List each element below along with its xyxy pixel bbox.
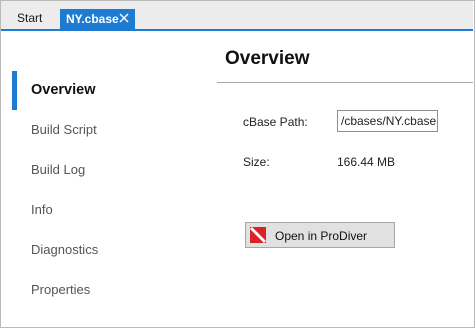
tab-start-label: Start (17, 11, 43, 25)
tab-ny-cbase[interactable]: NY.cbase (60, 9, 135, 30)
sidebar-item-label: Properties (31, 282, 91, 297)
sidebar-item-label: Build Log (31, 162, 86, 177)
sidebar-item-label: Info (31, 202, 53, 217)
title-divider (217, 82, 473, 83)
sidebar: Overview Build Script Build Log Info Dia… (12, 70, 212, 310)
sidebar-item-build-script[interactable]: Build Script (12, 110, 212, 150)
tab-bar-underline (1, 29, 473, 31)
cbase-path-label: cBase Path: (243, 115, 308, 129)
page-title: Overview (225, 48, 310, 69)
sidebar-item-overview[interactable]: Overview (12, 70, 212, 110)
close-icon[interactable] (119, 13, 129, 23)
sidebar-item-label: Overview (31, 82, 96, 98)
cbase-path-field[interactable]: /cbases/NY.cbase (337, 110, 438, 132)
prodiver-icon (250, 227, 266, 243)
sidebar-item-info[interactable]: Info (12, 190, 212, 230)
sidebar-item-diagnostics[interactable]: Diagnostics (12, 230, 212, 270)
sidebar-item-label: Diagnostics (31, 242, 99, 257)
size-value: 166.44 MB (337, 155, 396, 169)
tab-ny-cbase-label: NY.cbase (66, 12, 119, 26)
size-label: Size: (243, 155, 270, 169)
sidebar-item-build-log[interactable]: Build Log (12, 150, 212, 190)
sidebar-item-properties[interactable]: Properties (12, 270, 212, 310)
tab-bar: Start NY.cbase (1, 1, 473, 30)
open-in-prodiver-button[interactable]: Open in ProDiver (245, 222, 395, 248)
open-in-prodiver-label: Open in ProDiver (275, 229, 368, 243)
tab-start[interactable]: Start (9, 8, 50, 28)
sidebar-item-label: Build Script (31, 122, 97, 137)
